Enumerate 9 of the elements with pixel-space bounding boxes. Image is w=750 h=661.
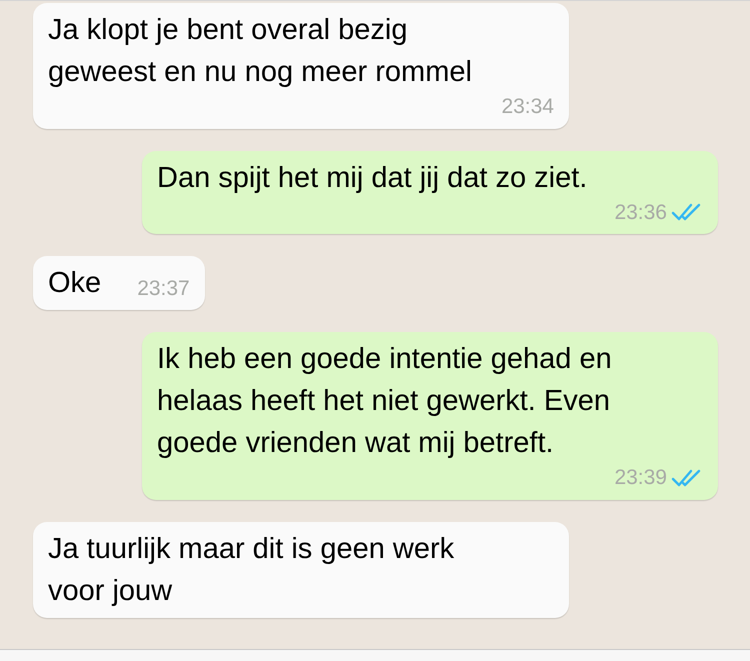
message-text: Oke xyxy=(48,266,102,301)
message-time: 23:34 xyxy=(501,94,554,120)
message-text: Ik heb een goede intentie gehad en helaas heeft het niet gewerkt. Even goede vrienden wat mij betreft. xyxy=(157,342,613,461)
message-time: 23:37 xyxy=(137,276,190,302)
message-text: Ja klopt je bent overal bezig geweest en nu nog meer rommel xyxy=(48,13,473,90)
message-time: 23:39 xyxy=(614,465,667,491)
message-text: Dan spijt het mij dat jij dat zo ziet. xyxy=(157,160,588,196)
message-time: 23:36 xyxy=(614,200,667,226)
message-text: Ja tuurlijk maar dit is geen werk voor jouw xyxy=(48,532,456,608)
